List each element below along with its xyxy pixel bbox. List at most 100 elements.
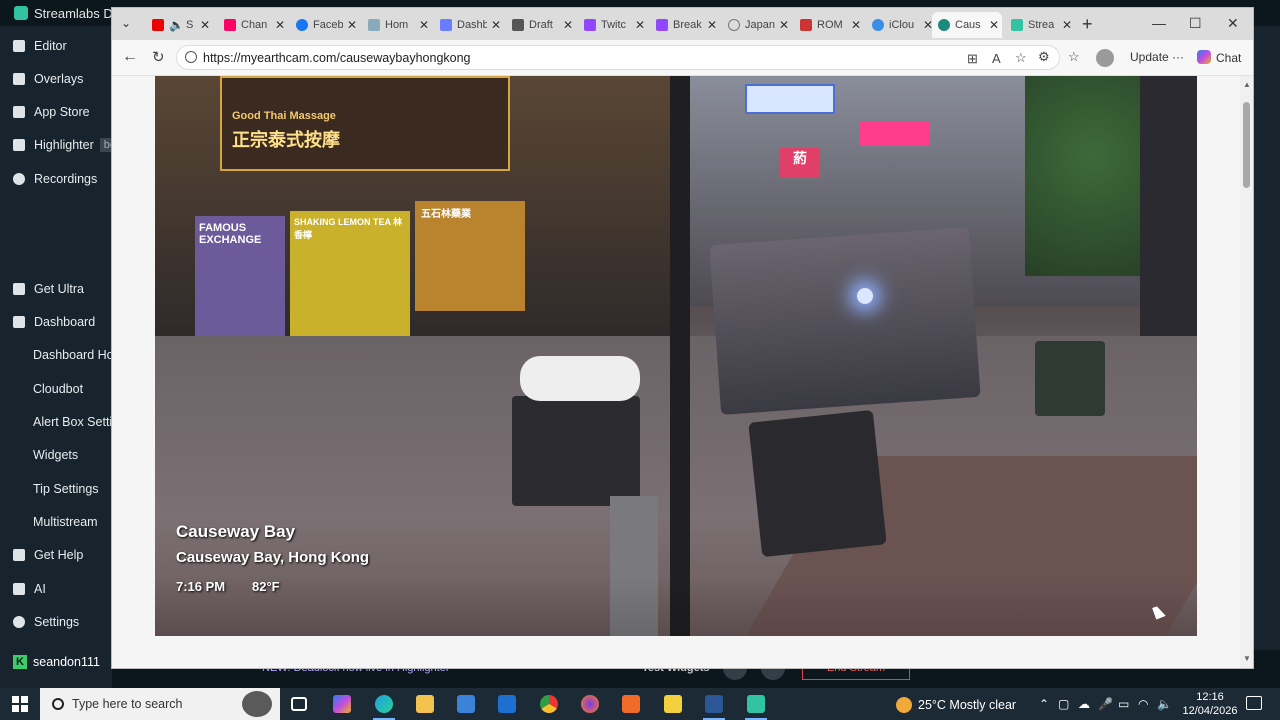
battery-icon[interactable]: ▭ <box>1118 697 1129 711</box>
tab-rom[interactable]: ROM ✕ <box>794 12 861 38</box>
sidebar-item-alert-box[interactable]: Alert Box Settin <box>0 408 112 436</box>
app-available-icon[interactable]: ⊞ <box>967 51 978 67</box>
microphone-icon[interactable]: 🎤 <box>1098 697 1113 711</box>
streamlabs-icon[interactable] <box>745 695 767 720</box>
task-view-icon[interactable] <box>291 697 307 711</box>
profile-avatar[interactable] <box>1096 49 1114 67</box>
sidebar-item-recordings[interactable]: Recordings <box>0 165 112 193</box>
icloud-icon <box>872 19 884 31</box>
close-tab-icon[interactable]: ✕ <box>635 18 645 32</box>
tab-causeway-bay[interactable]: Caus ✕ <box>932 12 1002 38</box>
scroll-down-icon[interactable]: ▼ <box>1243 654 1251 663</box>
live-camera-video[interactable]: Good Thai Massage 正宗泰式按摩 FAMOUS EXCHANGE… <box>155 76 1197 636</box>
tab-icloud[interactable]: iClou ✕ <box>866 12 933 38</box>
site-info-icon[interactable] <box>185 51 197 63</box>
read-aloud-icon[interactable]: A <box>992 51 1001 66</box>
sidebar-item-app-store[interactable]: App Store <box>0 98 112 126</box>
show-hidden-icons-icon[interactable]: ⌃ <box>1039 697 1049 711</box>
new-tab-icon[interactable]: + <box>1082 14 1093 35</box>
close-tab-icon[interactable]: ✕ <box>347 18 357 32</box>
page-scrollbar[interactable]: ▲ ▼ <box>1240 76 1253 668</box>
close-tab-icon[interactable]: ✕ <box>419 18 429 32</box>
tab-youtube[interactable]: 🔈 S ✕ <box>146 12 210 38</box>
ultra-icon <box>13 283 25 295</box>
sidebar-item-get-ultra[interactable]: Get Ultra <box>0 275 112 303</box>
copilot-icon[interactable] <box>333 695 351 713</box>
tab-break[interactable]: Break ✕ <box>650 12 717 38</box>
tab-dashboard[interactable]: Dashb ✕ <box>434 12 501 38</box>
word-icon[interactable] <box>703 695 725 720</box>
tab-twitch[interactable]: Twitc ✕ <box>578 12 645 38</box>
notifications-icon[interactable] <box>1246 696 1262 710</box>
copilot-chat-button[interactable]: Chat <box>1197 50 1241 65</box>
weather-widget[interactable]: 25°C Mostly clear <box>896 697 1016 713</box>
meet-now-icon[interactable]: ▢ <box>1058 697 1069 711</box>
url-text[interactable]: https://myearthcam.com/causewaybayhongko… <box>203 51 471 65</box>
tab-actions-chevron-icon[interactable]: ⌄ <box>121 16 131 30</box>
speaker-icon[interactable]: 🔈 <box>169 18 184 32</box>
close-tab-icon[interactable]: ✕ <box>200 18 210 32</box>
tab-home[interactable]: Hom ✕ <box>362 12 429 38</box>
back-arrow-icon[interactable]: ← <box>122 48 138 66</box>
scrollbar-thumb[interactable] <box>1243 102 1250 188</box>
sidebar-item-ai[interactable]: AI <box>0 575 112 603</box>
user-menu[interactable]: Kseandon111 <box>0 650 100 674</box>
editor-icon <box>13 40 25 52</box>
more-options-icon[interactable]: ··· <box>1172 50 1184 64</box>
scroll-up-icon[interactable]: ▲ <box>1243 80 1251 89</box>
tab-drafts[interactable]: Draft ✕ <box>506 12 573 38</box>
sidebar-item-get-help[interactable]: Get Help <box>0 541 112 569</box>
close-tab-icon[interactable]: ✕ <box>779 18 789 32</box>
maximize-icon[interactable]: ☐ <box>1189 15 1202 32</box>
taskbar-search[interactable]: Type here to search <box>40 688 280 720</box>
chrome-icon[interactable] <box>540 695 558 713</box>
extensions-icon[interactable]: ⚙ <box>1038 49 1050 65</box>
close-tab-icon[interactable]: ✕ <box>707 18 717 32</box>
streamlabs-tab-icon <box>1011 19 1023 31</box>
store-icon[interactable] <box>457 695 475 713</box>
tab-facebook[interactable]: Faceb ✕ <box>290 12 357 38</box>
sidebar-item-editor[interactable]: Editor <box>0 32 112 60</box>
sidebar-item-widgets[interactable]: Widgets <box>0 441 112 469</box>
close-tab-icon[interactable]: ✕ <box>563 18 573 32</box>
brave-icon[interactable] <box>622 695 640 713</box>
reload-icon[interactable]: ↻ <box>152 48 165 66</box>
street-pole <box>670 76 690 636</box>
system-clock[interactable]: 12:16 12/04/2026 <box>1182 690 1238 718</box>
sidebar-item-tip-settings[interactable]: Tip Settings <box>0 475 112 503</box>
volume-icon[interactable]: 🔈 <box>1157 697 1172 711</box>
onedrive-icon[interactable]: ☁ <box>1078 697 1090 711</box>
tab-streamlabs[interactable]: Strea ✕ <box>1005 12 1072 38</box>
sidebar-item-dashboard-home[interactable]: Dashboard Hon <box>0 341 112 369</box>
sidebar-item-multistream[interactable]: Multistream <box>0 508 112 536</box>
close-tab-icon[interactable]: ✕ <box>1062 18 1072 32</box>
tab-channel[interactable]: Chan ✕ <box>218 12 285 38</box>
favorite-star-icon[interactable]: ☆ <box>1015 50 1027 66</box>
close-tab-icon[interactable]: ✕ <box>491 18 501 32</box>
sidebar-item-overlays[interactable]: Overlays <box>0 65 112 93</box>
file-explorer-icon[interactable] <box>416 695 434 713</box>
sidebar-item-settings[interactable]: Settings <box>0 608 112 636</box>
close-tab-icon[interactable]: ✕ <box>851 18 861 32</box>
red-sign: 葯 <box>780 148 820 178</box>
edge-icon[interactable] <box>373 695 395 720</box>
outlook-icon[interactable] <box>498 695 516 713</box>
sidebar-item-dashboard[interactable]: Dashboard <box>0 308 112 336</box>
wifi-icon[interactable]: ◠ <box>1138 697 1148 711</box>
close-window-icon[interactable]: ✕ <box>1227 15 1239 32</box>
firefox-icon[interactable] <box>581 695 599 713</box>
address-bar[interactable]: https://myearthcam.com/causewaybayhongko… <box>176 45 1060 70</box>
sticky-notes-icon[interactable] <box>664 695 682 713</box>
favorites-icon[interactable]: ☆ <box>1068 49 1080 65</box>
minimize-icon[interactable]: — <box>1152 15 1166 31</box>
sidebar-item-label: Alert Box Settin <box>33 415 112 429</box>
close-tab-icon[interactable]: ✕ <box>275 18 285 32</box>
start-windows-icon[interactable] <box>12 696 28 712</box>
sidebar-item-highlighter[interactable]: Highlighter be <box>0 131 112 159</box>
tab-japan[interactable]: Japan ✕ <box>722 12 789 38</box>
close-tab-icon[interactable]: ✕ <box>989 18 999 32</box>
camera-location: Causeway Bay, Hong Kong <box>176 549 370 566</box>
update-button[interactable]: Update ··· <box>1130 50 1184 64</box>
sidebar-item-label: Editor <box>34 39 67 53</box>
sidebar-item-cloudbot[interactable]: Cloudbot <box>0 375 112 403</box>
